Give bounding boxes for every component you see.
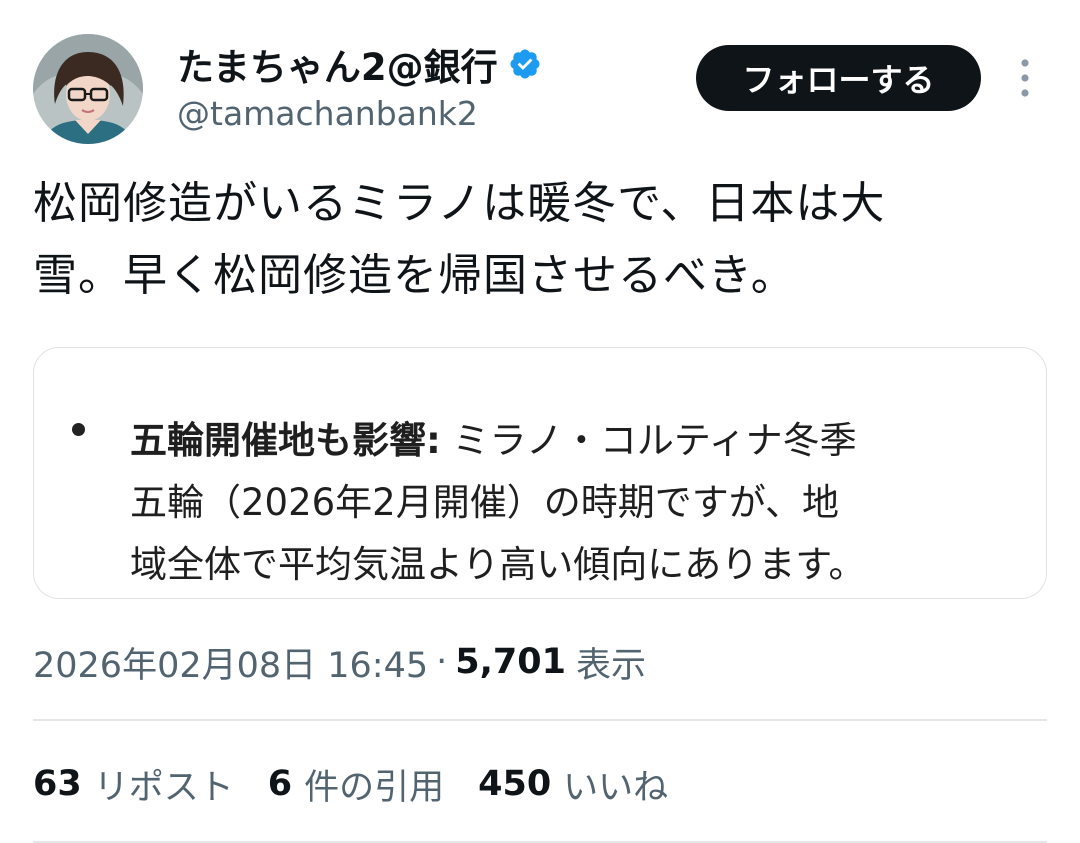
quote-line: 五輪開催地も影響: ミラノ・コルティナ冬季 (130, 410, 990, 472)
tweet-text: 松岡修造がいるミラノは暖冬で、日本は大 雪。早く松岡修造を帰国させるべき。 (33, 168, 1043, 312)
tweet-text-line: 雪。早く松岡修造を帰国させるべき。 (33, 250, 796, 301)
quote-line: 五輪（2026年2月開催）の時期ですが、地 (130, 481, 839, 524)
reposts-stat[interactable]: 63 リポスト (33, 759, 234, 810)
tweet-text-line: 松岡修造がいるミラノは暖冬で、日本は大 (33, 178, 886, 229)
tweet-header: たまちゃん2@銀行 @tamachanbank2 フォローする (0, 0, 1080, 150)
quoted-image-text: 五輪開催地も影響: ミラノ・コルティナ冬季 五輪（2026年2月開催）の時期です… (130, 410, 990, 596)
quotes-stat[interactable]: 6 件の引用 (268, 759, 444, 810)
divider (33, 719, 1047, 721)
reposts-count: 63 (33, 764, 82, 804)
name-row: たまちゃん2@銀行 (177, 37, 542, 91)
quote-line: 域全体で平均気温より高い傾向にあります。 (130, 543, 866, 586)
verified-badge-icon (508, 47, 542, 81)
tweet-meta: 2026年02月08日 16:45 · 5,701 表示 (33, 636, 646, 688)
more-vertical-icon[interactable] (1013, 56, 1037, 100)
quote-line-rest: ミラノ・コルティナ冬季 (440, 419, 857, 462)
engagement-stats: 63 リポスト 6 件の引用 450 いいね (33, 758, 702, 810)
meta-separator: · (436, 642, 448, 682)
likes-label: いいね (563, 767, 669, 808)
bullet-icon (72, 423, 85, 436)
follow-button[interactable]: フォローする (696, 45, 981, 111)
quotes-label: 件の引用 (304, 767, 445, 808)
quote-bold-lead: 五輪開催地も影響: (130, 419, 441, 462)
likes-count: 450 (478, 764, 552, 804)
avatar[interactable] (33, 34, 143, 144)
reposts-label: リポスト (93, 767, 234, 808)
author-handle[interactable]: @tamachanbank2 (177, 94, 478, 133)
views-label: 表示 (576, 645, 647, 686)
views-count: 5,701 (455, 642, 566, 682)
display-name[interactable]: たまちゃん2@銀行 (177, 37, 498, 91)
timestamp[interactable]: 2026年02月08日 16:45 (33, 637, 428, 688)
likes-stat[interactable]: 450 いいね (478, 759, 668, 810)
quotes-count: 6 (267, 764, 293, 804)
divider (33, 841, 1047, 843)
avatar-image (33, 34, 143, 144)
